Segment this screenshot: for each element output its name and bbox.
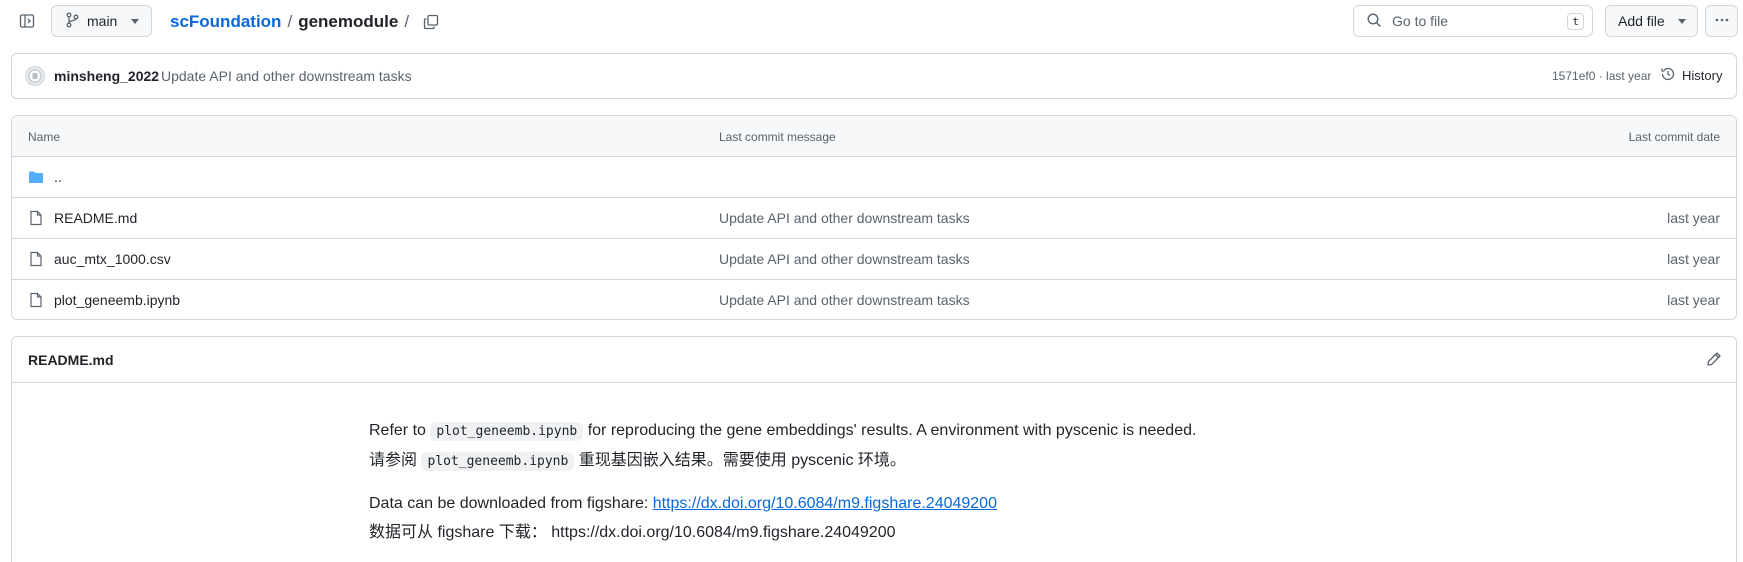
branch-icon	[65, 12, 79, 31]
pencil-icon[interactable]	[1706, 351, 1722, 370]
file-table: Name Last commit message Last commit dat…	[11, 115, 1737, 320]
table-row[interactable]: plot_geneemb.ipynb Update API and other …	[12, 280, 1736, 319]
repo-header: main scFoundation / genemodule / Go to f…	[0, 0, 1743, 44]
readme-paragraph: Refer to plot_geneemb.ipynb for reproduc…	[369, 419, 1269, 444]
readme-paragraph: 数据可从 figshare 下载： https://dx.doi.org/10.…	[369, 524, 896, 541]
commit-message-link[interactable]: Update API and other downstream tasks	[719, 292, 970, 308]
readme-panel: README.md Refer to plot_geneemb.ipynb fo…	[11, 336, 1737, 562]
readme-text: 请参阅	[369, 452, 422, 469]
readme-paragraph: 请参阅 plot_geneemb.ipynb 重现基因嵌入结果。需要使用 pys…	[369, 449, 1269, 474]
readme-text: 重现基因嵌入结果。需要使用 pyscenic 环境。	[574, 452, 906, 469]
file-table-header: Name Last commit message Last commit dat…	[12, 116, 1736, 157]
breadcrumb-current-dir: genemodule	[298, 12, 399, 31]
chevron-down-icon	[1678, 19, 1686, 24]
commit-message-link[interactable]: Update API and other downstream tasks	[719, 210, 970, 226]
readme-paragraph: Data can be downloaded from figshare: ht…	[369, 492, 1269, 516]
readme-content: Refer to plot_geneemb.ipynb for reproduc…	[369, 419, 1269, 545]
more-options-button[interactable]	[1705, 5, 1738, 37]
search-icon	[1366, 12, 1382, 31]
avatar[interactable]	[25, 66, 45, 86]
readme-title[interactable]: README.md	[28, 352, 114, 368]
commit-hash-date[interactable]: 1571ef0 · last year	[1552, 69, 1651, 83]
branch-label: main	[87, 13, 118, 29]
commit-date: last year	[1667, 251, 1720, 267]
history-icon	[1660, 66, 1676, 85]
go-to-file-input[interactable]: Go to file t	[1353, 5, 1593, 37]
column-header-name: Name	[28, 130, 61, 144]
readme-text: for reproducing the gene embeddings' res…	[583, 422, 1197, 439]
breadcrumb: scFoundation / genemodule /	[170, 10, 439, 34]
latest-commit-bar: minsheng_2022 Update API and other downs…	[11, 53, 1737, 99]
readme-text: Data can be downloaded from figshare:	[369, 495, 653, 512]
column-header-commit-date: Last commit date	[1628, 130, 1720, 144]
file-name-link[interactable]: auc_mtx_1000.csv	[54, 251, 171, 267]
folder-icon	[28, 169, 44, 185]
commit-message-link[interactable]: Update API and other downstream tasks	[161, 68, 412, 84]
column-header-commit-message: Last commit message	[719, 130, 836, 144]
breadcrumb-separator: /	[404, 12, 410, 31]
inline-code: plot_geneemb.ipynb	[430, 422, 584, 441]
kebab-icon	[1714, 12, 1730, 31]
readme-header: README.md	[12, 337, 1736, 383]
go-to-file-placeholder: Go to file	[1392, 13, 1449, 29]
branch-selector[interactable]: main	[51, 5, 152, 37]
file-name-link[interactable]: plot_geneemb.ipynb	[54, 292, 180, 308]
parent-directory-row[interactable]: ..	[12, 157, 1736, 198]
commit-author-link[interactable]: minsheng_2022	[54, 68, 159, 84]
file-icon	[28, 210, 44, 226]
copy-icon[interactable]	[423, 14, 439, 30]
chevron-down-icon	[131, 19, 139, 24]
breadcrumb-separator: /	[287, 12, 293, 31]
inline-code: plot_geneemb.ipynb	[421, 452, 575, 471]
table-row[interactable]: README.md Update API and other downstrea…	[12, 198, 1736, 239]
history-label: History	[1682, 68, 1723, 83]
parent-directory-link[interactable]: ..	[54, 169, 62, 185]
commit-date: last year	[1667, 210, 1720, 226]
commit-message-link[interactable]: Update API and other downstream tasks	[719, 251, 970, 267]
figshare-link[interactable]: https://dx.doi.org/10.6084/m9.figshare.2…	[653, 495, 997, 512]
sidebar-toggle-icon[interactable]	[16, 10, 38, 32]
commit-date: last year	[1667, 292, 1720, 308]
add-file-label: Add file	[1618, 13, 1665, 29]
add-file-button[interactable]: Add file	[1605, 5, 1698, 37]
history-button[interactable]: History	[1660, 66, 1722, 85]
readme-text: Refer to	[369, 422, 431, 439]
file-icon	[28, 251, 44, 267]
keyboard-shortcut-hint: t	[1567, 13, 1584, 30]
file-name-link[interactable]: README.md	[54, 210, 137, 226]
breadcrumb-repo-link[interactable]: scFoundation	[170, 12, 281, 32]
table-row[interactable]: auc_mtx_1000.csv Update API and other do…	[12, 239, 1736, 280]
file-icon	[28, 292, 44, 308]
